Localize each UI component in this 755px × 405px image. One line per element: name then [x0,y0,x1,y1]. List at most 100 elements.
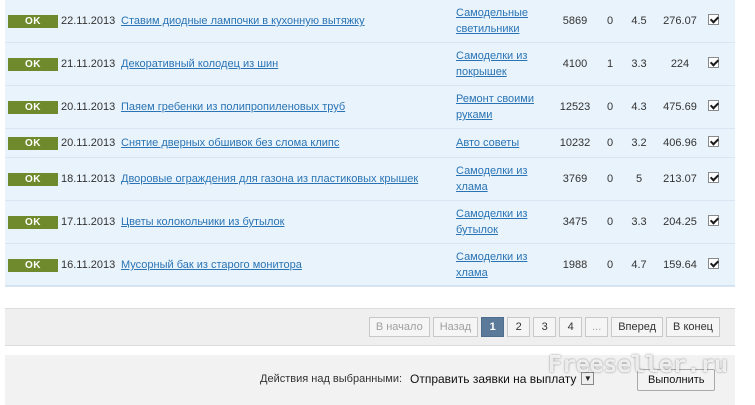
next-page-button[interactable]: Вперед [611,317,664,337]
row-checkbox[interactable] [708,172,719,183]
status-badge: OK [8,136,58,150]
category-line: Самоделки из [456,165,528,177]
row-checkbox[interactable] [708,57,719,68]
last-page-button[interactable]: В конец [666,317,720,337]
category-link[interactable]: Самоделки из хлама [456,163,554,195]
table-row: OK 20.11.2013 Снятие дверных обшивок без… [5,128,735,158]
comments-count: 0 [596,243,624,287]
category-line: покрышек [456,66,507,78]
rating-value: 3.3 [624,42,654,86]
article-title-link[interactable]: Снятие дверных обшивок без слома клипс [121,137,339,149]
comments-count: 0 [596,85,624,129]
table-row: OK 17.11.2013 Цветы колокольчики из буты… [5,200,735,244]
views-count: 12523 [554,85,596,129]
rating-value: 4.7 [624,243,654,287]
price-value: 475.69 [654,85,706,129]
article-title-link[interactable]: Ставим диодные лампочки в кухонную вытяж… [121,15,365,27]
table-row: OK 16.11.2013 Мусорный бак из старого мо… [5,243,735,287]
article-date: 16.11.2013 [61,259,116,271]
comments-count: 0 [596,0,624,43]
article-date: 21.11.2013 [61,58,116,70]
rating-value: 4.3 [624,85,654,129]
status-badge: OK [8,215,58,229]
status-badge: OK [8,172,58,186]
category-line: светильники [456,23,520,35]
category-line: Авто советы [456,137,520,149]
status-badge: OK [8,100,58,114]
category-line: руками [456,109,493,121]
comments-count: 1 [596,42,624,86]
comments-count: 0 [596,128,624,158]
article-date: 20.11.2013 [61,137,116,149]
status-badge: OK [8,258,58,272]
comments-count: 0 [596,200,624,244]
price-value: 276.07 [654,0,706,43]
execute-button[interactable]: Выполнить [637,369,716,391]
pagination-bar: В начало Назад 1 2 3 4 ... Вперед В коне… [5,308,735,346]
price-value: 406.96 [654,128,706,158]
table-row: OK 18.11.2013 Дворовые ограждения для га… [5,157,735,201]
price-value: 159.64 [654,243,706,287]
rating-value: 4.5 [624,0,654,43]
table-row: OK 21.11.2013 Декоративный колодец из ши… [5,42,735,86]
views-count: 10232 [554,128,596,158]
rating-value: 3.3 [624,200,654,244]
category-link[interactable]: Ремонт своими руками [456,91,554,123]
rating-value: 3.2 [624,128,654,158]
bulk-action-selected: Отправить заявки на выплату [410,372,577,386]
views-count: 4100 [554,42,596,86]
category-line: хлама [456,181,488,193]
row-checkbox[interactable] [708,136,719,147]
row-checkbox[interactable] [708,100,719,111]
pagination: В начало Назад 1 2 3 4 ... Вперед В коне… [368,317,720,337]
articles-table: OK 22.11.2013 Ставим диодные лампочки в … [5,0,735,287]
status-badge: OK [8,14,58,28]
page-button-3[interactable]: 3 [533,317,557,337]
status-badge: OK [8,57,58,71]
page-button-1[interactable]: 1 [481,317,505,337]
views-count: 3769 [554,157,596,201]
row-checkbox[interactable] [708,258,719,269]
table-row: OK 20.11.2013 Паяем гребенки из полипроп… [5,85,735,129]
views-count: 3475 [554,200,596,244]
category-line: Самодельные [456,7,529,19]
price-value: 204.25 [654,200,706,244]
prev-page-button: Назад [432,317,479,337]
article-date: 18.11.2013 [61,173,116,185]
rating-value: 5 [624,157,654,201]
article-title-link[interactable]: Декоративный колодец из шин [121,58,278,70]
first-page-button: В начало [368,317,430,337]
views-count: 1988 [554,243,596,287]
bulk-action-select[interactable]: Отправить заявки на выплату ▼ [410,370,595,388]
category-line: Самоделки из [456,50,528,62]
page-button-2[interactable]: 2 [507,317,531,337]
row-checkbox[interactable] [708,215,719,226]
comments-count: 0 [596,157,624,201]
chevron-down-icon[interactable]: ▼ [581,372,595,385]
article-date: 20.11.2013 [61,101,116,113]
bulk-actions-label: Действия над выбранными: [260,373,403,385]
category-link[interactable]: Самоделки из покрышек [456,48,554,80]
articles-table-panel: OK 22.11.2013 Ставим диодные лампочки в … [5,0,735,287]
views-count: 5869 [554,0,596,43]
bulk-actions-bar: Действия над выбранными: Отправить заявк… [5,355,735,405]
category-line: Самоделки из [456,251,528,263]
pagination-ellipsis: ... [585,317,609,337]
category-link[interactable]: Самодельные светильники [456,5,554,37]
article-title-link[interactable]: Цветы колокольчики из бутылок [121,216,284,228]
article-title-link[interactable]: Паяем гребенки из полипропиленовых труб [121,101,345,113]
article-date: 17.11.2013 [61,216,116,228]
article-title-link[interactable]: Мусорный бак из старого монитора [121,259,302,271]
article-title-link[interactable]: Дворовые ограждения для газона из пласти… [121,173,418,185]
category-line: Ремонт своими [456,93,535,105]
article-date: 22.11.2013 [61,15,116,27]
category-line: бутылок [456,224,498,236]
category-link[interactable]: Самоделки из хлама [456,249,554,281]
category-line: хлама [456,267,488,279]
category-link[interactable]: Авто советы [456,135,554,151]
price-value: 213.07 [654,157,706,201]
category-line: Самоделки из [456,208,528,220]
row-checkbox[interactable] [708,14,719,25]
category-link[interactable]: Самоделки из бутылок [456,206,554,238]
page-button-4[interactable]: 4 [559,317,583,337]
